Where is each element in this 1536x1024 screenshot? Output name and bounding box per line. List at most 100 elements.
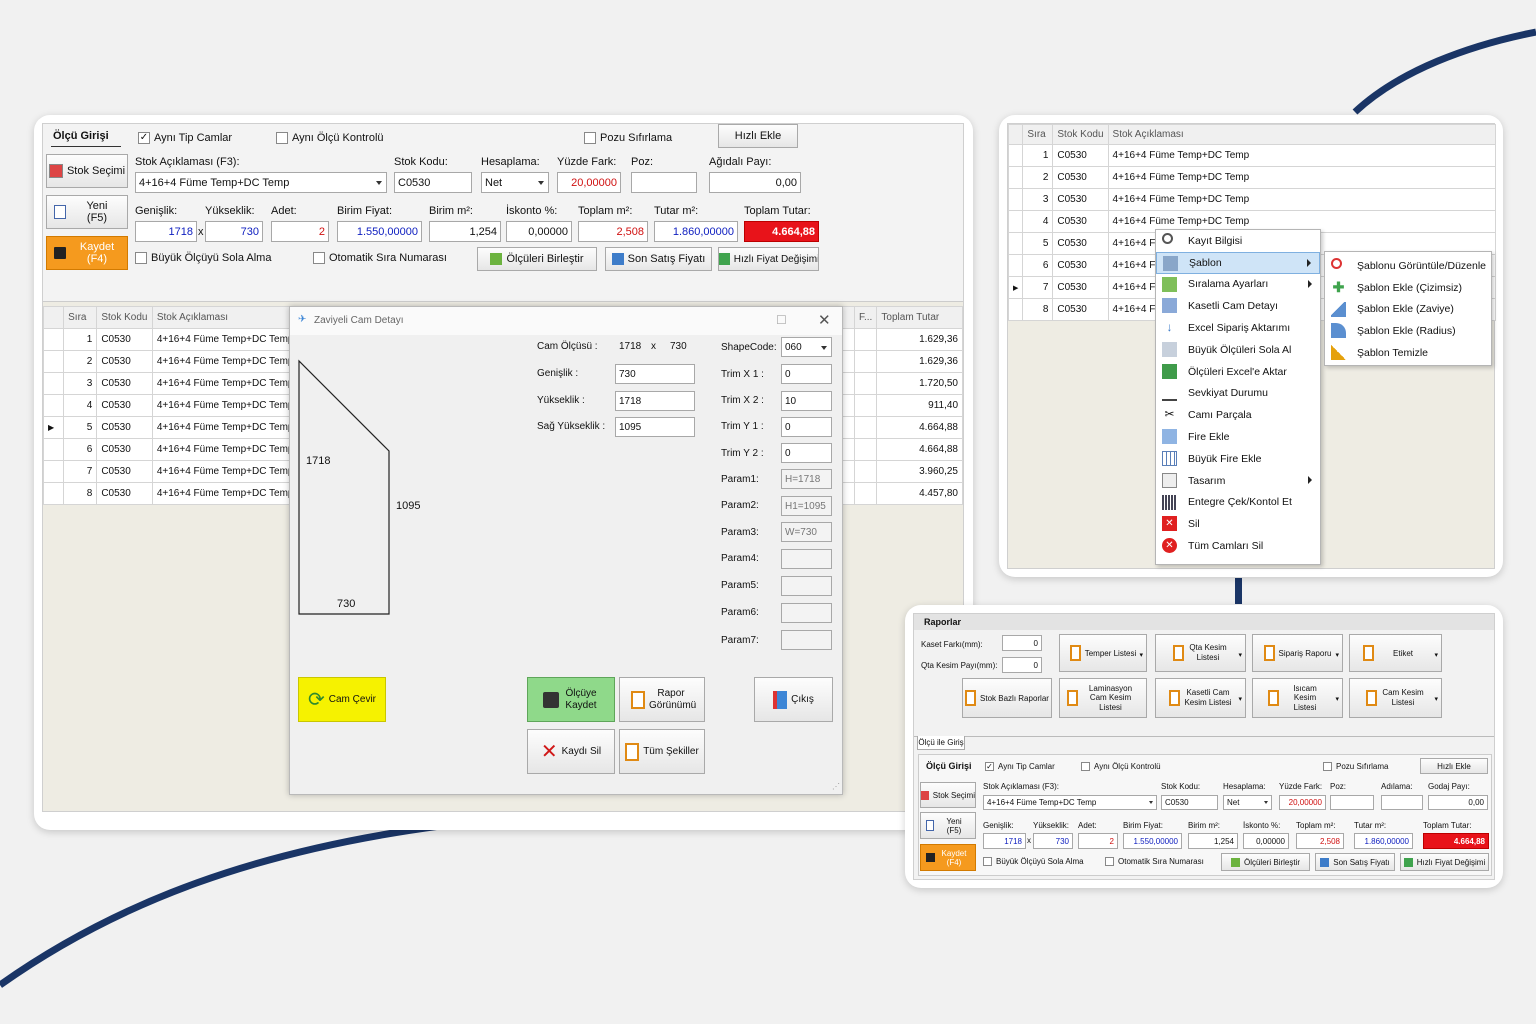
mini-kaydet-button[interactable]: Kaydet (F4) xyxy=(920,844,976,871)
mini-toplam-m2-input[interactable]: 2,508 xyxy=(1296,833,1344,849)
menu-item-excel-siparis[interactable]: ↓ Excel Sipariş Aktarımı xyxy=(1156,317,1320,339)
col-stok-kodu[interactable]: Stok Kodu xyxy=(96,306,153,329)
trim-x2-input[interactable]: 10 xyxy=(781,391,832,411)
mini-ayni-olcu-checkbox[interactable]: Aynı Ölçü Kontrolü xyxy=(1081,762,1161,771)
menu-item-kayit-bilgisi[interactable]: Kayıt Bilgisi xyxy=(1156,230,1320,252)
ayni-olcu-checkbox[interactable]: Aynı Ölçü Kontrolü xyxy=(276,132,384,144)
olcuye-kaydet-button[interactable]: Ölçüye Kaydet xyxy=(527,677,615,722)
cikis-button[interactable]: Çıkış xyxy=(754,677,833,722)
stok-bazli-button[interactable]: Stok Bazlı Raporlar xyxy=(962,678,1052,718)
mini-stok-aciklamasi-combo[interactable]: 4+16+4 Füme Temp+DC Temp xyxy=(983,795,1157,810)
param7-input[interactable] xyxy=(781,630,832,650)
trim-x1-input[interactable]: 0 xyxy=(781,364,832,384)
mini-adilama-input[interactable] xyxy=(1381,795,1423,810)
stok-aciklamasi-combo[interactable]: 4+16+4 Füme Temp+DC Temp xyxy=(135,172,387,193)
otomatik-sira-checkbox[interactable]: Otomatik Sıra Numarası xyxy=(313,252,447,264)
mini-iskonto-input[interactable]: 0,00000 xyxy=(1243,833,1289,849)
birim-m2-input[interactable]: 1,254 xyxy=(429,221,501,242)
mini-genislik-input[interactable]: 1718 xyxy=(983,833,1026,849)
d-genislik-input[interactable]: 730 xyxy=(615,364,695,384)
etiket-button[interactable]: Etiket ▾ xyxy=(1349,634,1442,672)
close-icon[interactable]: ✕ xyxy=(818,311,831,329)
param3-input[interactable]: W=730 xyxy=(781,522,832,542)
submenu-item-radius[interactable]: Şablon Ekle (Radius) xyxy=(1325,320,1491,342)
menu-item-sil[interactable]: ✕ Sil xyxy=(1156,513,1320,535)
mini-yukseklik-input[interactable]: 730 xyxy=(1033,833,1073,849)
genislik-input[interactable]: 1718 xyxy=(135,221,197,242)
kasetli-kesim-button[interactable]: Kasetli Cam Kesim Listesi ▾ xyxy=(1155,678,1246,718)
table-row[interactable]: 3 C0530 4+16+4 Füme Temp+DC Temp xyxy=(1007,188,1497,211)
d-sag-yukseklik-input[interactable]: 1095 xyxy=(615,417,695,437)
mini-hizli-ekle-button[interactable]: Hızlı Ekle xyxy=(1420,758,1488,774)
rapor-gorunumu-button[interactable]: Rapor Görünümü xyxy=(619,677,705,722)
mini-stok-secimi-button[interactable]: Stok Seçimi xyxy=(920,782,976,808)
mini-pozu-checkbox[interactable]: Pozu Sıfırlama xyxy=(1323,762,1388,771)
param5-input[interactable] xyxy=(781,576,832,596)
mini-otomatik-sira-checkbox[interactable]: Otomatik Sıra Numarası xyxy=(1105,857,1204,866)
mini-yuzde-fark-input[interactable]: 20,00000 xyxy=(1279,795,1326,810)
temper-listesi-button[interactable]: Temper Listesi ▾ xyxy=(1059,634,1147,672)
yukseklik-input[interactable]: 730 xyxy=(205,221,263,242)
table-row[interactable]: 2 C0530 4+16+4 Füme Temp+DC Temp xyxy=(1007,166,1497,189)
stok-secimi-button[interactable]: Stok Seçimi xyxy=(46,154,128,188)
col-sira[interactable]: Sıra xyxy=(63,306,98,329)
agidali-payi-input[interactable]: 0,00 xyxy=(709,172,801,193)
ayni-tip-checkbox[interactable]: ✓ Aynı Tip Camlar xyxy=(138,132,232,144)
mini-son-satis-button[interactable]: Son Satış Fiyatı xyxy=(1315,853,1395,871)
hizli-ekle-button[interactable]: Hızlı Ekle xyxy=(718,124,798,148)
mini-toplam-tutar-input[interactable]: 4.664,88 xyxy=(1423,833,1489,849)
shapecode-combo[interactable]: 060 xyxy=(781,337,832,357)
laminasyon-button[interactable]: Laminasyon Cam Kesim Listesi xyxy=(1059,678,1147,718)
menu-item-kasetli[interactable]: Kasetli Cam Detayı xyxy=(1156,295,1320,317)
tab-olcu-ile-giris[interactable]: Ölçü ile Giriş xyxy=(917,736,965,750)
submenu-item-cizimsiz[interactable]: ✚ Şablon Ekle (Çizimsiz) xyxy=(1325,277,1491,299)
mini-poz-input[interactable] xyxy=(1330,795,1374,810)
poz-input[interactable] xyxy=(631,172,697,193)
menu-item-cami-parcala[interactable]: ✂ Camı Parçala xyxy=(1156,404,1320,426)
col-stok-kodu[interactable]: Stok Kodu xyxy=(1052,124,1109,145)
menu-item-excel-aktar[interactable]: Ölçüleri Excel'e Aktar xyxy=(1156,361,1320,383)
col-sira[interactable]: Sıra xyxy=(1022,124,1054,145)
param1-input[interactable]: H=1718 xyxy=(781,469,832,489)
table-row[interactable]: 1 C0530 4+16+4 Füme Temp+DC Temp xyxy=(1007,144,1497,167)
cam-cevir-button[interactable]: ⟳ Cam Çevir xyxy=(298,677,386,722)
trim-y1-input[interactable]: 0 xyxy=(781,417,832,437)
isicam-kesim-button[interactable]: Isıcam Kesim Listesi ▾ xyxy=(1252,678,1343,718)
toplam-tutar-input[interactable]: 4.664,88 xyxy=(744,221,819,242)
menu-item-sevkiyat[interactable]: Sevkiyat Durumu xyxy=(1156,383,1320,405)
menu-item-sablon[interactable]: Şablon xyxy=(1156,251,1320,274)
mini-tutar-m2-input[interactable]: 1.860,00000 xyxy=(1354,833,1413,849)
qta-kesim-listesi-button[interactable]: Qta Kesim Listesi ▾ xyxy=(1155,634,1246,672)
d-yukseklik-input[interactable]: 1718 xyxy=(615,391,695,411)
birim-fiyat-input[interactable]: 1.550,00000 xyxy=(337,221,422,242)
kaset-farki-input[interactable]: 0 xyxy=(1002,635,1042,651)
param6-input[interactable] xyxy=(781,603,832,623)
qta-kesim-input[interactable]: 0 xyxy=(1002,657,1042,673)
mini-godaj-input[interactable]: 0,00 xyxy=(1428,795,1488,810)
buyuk-olcu-checkbox[interactable]: Büyük Ölçüyü Sola Alma xyxy=(135,252,271,264)
menu-item-entegre[interactable]: Entegre Çek/Kontol Et xyxy=(1156,492,1320,514)
col-stok-aciklamasi[interactable]: Stok Açıklaması xyxy=(151,306,300,329)
submenu-item-zaviye[interactable]: Şablon Ekle (Zaviye) xyxy=(1325,299,1491,321)
mini-olculeri-birlestir-button[interactable]: Ölçüleri Birleştir xyxy=(1221,853,1310,871)
mini-yeni-button[interactable]: Yeni (F5) xyxy=(920,812,976,839)
hizli-fiyat-button[interactable]: Hızlı Fiyat Değişimi xyxy=(718,247,819,271)
mini-birim-fiyat-input[interactable]: 1.550,00000 xyxy=(1123,833,1182,849)
son-satis-button[interactable]: Son Satış Fiyatı xyxy=(605,247,712,271)
yuzde-fark-input[interactable]: 20,00000 xyxy=(557,172,621,193)
menu-item-tasarim[interactable]: Tasarım xyxy=(1156,470,1320,492)
mini-hizli-fiyat-button[interactable]: Hızlı Fiyat Değişimi xyxy=(1400,853,1489,871)
menu-item-siralama[interactable]: Sıralama Ayarları xyxy=(1156,274,1320,296)
mini-buyuk-olcu-checkbox[interactable]: Büyük Ölçüyü Sola Alma xyxy=(983,857,1084,866)
stok-kodu-input[interactable]: C0530 xyxy=(394,172,472,193)
col-f[interactable]: F... xyxy=(853,306,878,329)
iskonto-input[interactable]: 0,00000 xyxy=(506,221,572,242)
toplam-m2-input[interactable]: 2,508 xyxy=(578,221,648,242)
yeni-button[interactable]: Yeni (F5) xyxy=(46,195,128,229)
menu-item-tum-camlari-sil[interactable]: ✕ Tüm Camları Sil xyxy=(1156,535,1320,557)
mini-adet-input[interactable]: 2 xyxy=(1078,833,1118,849)
mini-hesaplama-combo[interactable]: Net xyxy=(1223,795,1272,810)
kaydi-sil-button[interactable]: ✕ Kaydı Sil xyxy=(527,729,615,774)
cam-kesim-button[interactable]: Cam Kesim Listesi ▾ xyxy=(1349,678,1442,718)
col-stok-aciklamasi[interactable]: Stok Açıklaması xyxy=(1107,124,1497,145)
